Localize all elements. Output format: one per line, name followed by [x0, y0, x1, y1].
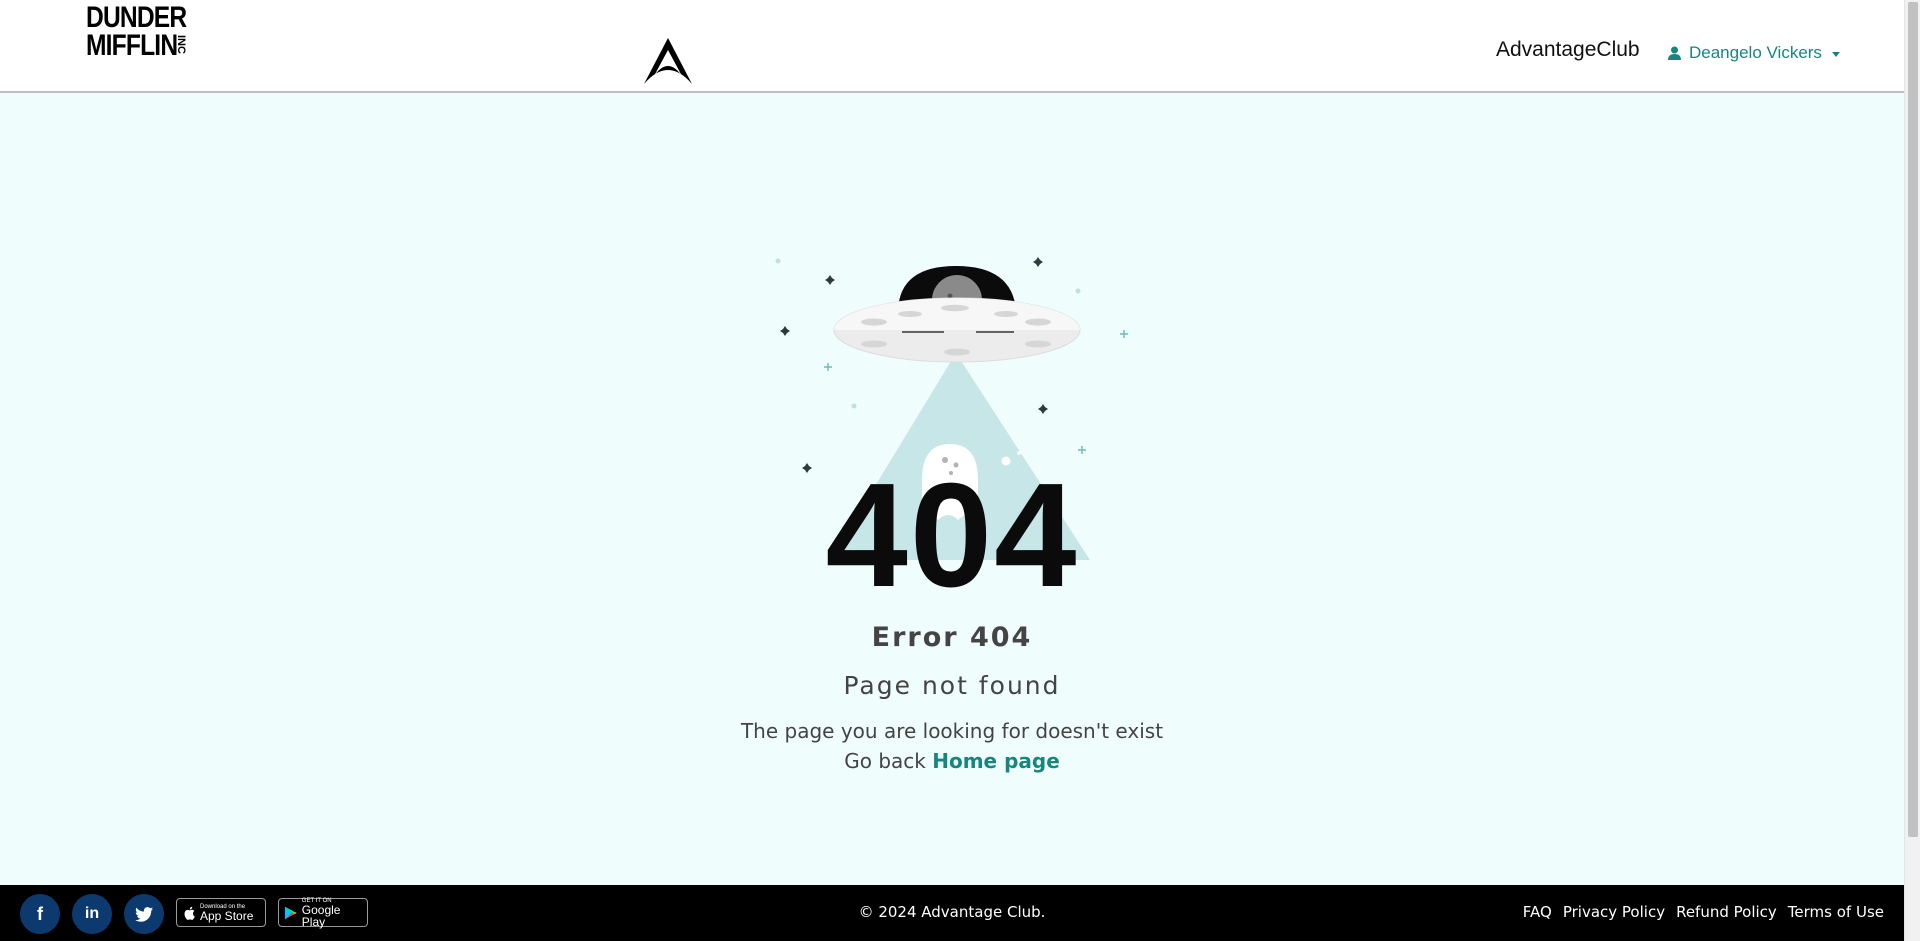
footer-link-refund-policy[interactable]: Refund Policy	[1676, 903, 1777, 921]
twitter-button[interactable]	[124, 894, 164, 934]
error-code-404: 404	[825, 453, 1079, 618]
google-play-badge[interactable]: GET IT ON Google Play	[278, 898, 368, 929]
facebook-button[interactable]: f	[20, 894, 60, 934]
logo-line-2: MIFFLIN	[86, 28, 178, 62]
scrollbar-thumb[interactable]	[1908, 2, 1918, 837]
advantage-club-title[interactable]: AdvantageClub	[1496, 38, 1640, 62]
vertical-scrollbar[interactable]	[1904, 0, 1920, 941]
twitter-icon	[135, 906, 153, 922]
facebook-icon: f	[37, 903, 43, 924]
footer-link-terms-of-use[interactable]: Terms of Use	[1788, 903, 1884, 921]
footer-link-privacy-policy[interactable]: Privacy Policy	[1563, 903, 1665, 921]
dunder-mifflin-logo[interactable]: DUNDER MIFFLIN INC	[86, 1, 202, 64]
user-name: Deangelo Vickers	[1689, 43, 1822, 62]
footer: f in Download on the App Store GET IT ON…	[0, 885, 1904, 941]
user-icon	[1668, 46, 1681, 60]
error-title: Error 404	[871, 622, 1033, 653]
footer-links: FAQ Privacy Policy Refund Policy Terms o…	[1523, 903, 1884, 921]
google-play-big-text: Google Play	[301, 902, 341, 929]
app-store-badge[interactable]: Download on the App Store	[176, 898, 266, 927]
apple-icon	[184, 906, 195, 920]
error-description: The page you are looking for doesn't exi…	[740, 719, 1164, 743]
app-store-big-text: App Store	[200, 908, 254, 923]
error-subtitle: Page not found	[843, 671, 1061, 700]
footer-link-faq[interactable]: FAQ	[1523, 903, 1552, 921]
linkedin-icon: in	[84, 905, 100, 922]
logo-line-1: DUNDER	[86, 1, 187, 34]
home-page-link[interactable]: Home page	[932, 749, 1060, 773]
go-back-prefix: Go back	[844, 749, 926, 773]
linkedin-button[interactable]: in	[72, 894, 112, 934]
top-header: DUNDER MIFFLIN INC AdvantageClub Deangel…	[0, 0, 1904, 93]
go-back-line: Go back Home page	[0, 749, 1904, 773]
google-play-icon	[285, 906, 297, 919]
user-menu-dropdown[interactable]: Deangelo Vickers	[1668, 43, 1840, 63]
logo-suffix: INC	[175, 35, 187, 54]
advantage-a-logo-icon	[644, 38, 692, 84]
caret-down-icon	[1831, 51, 1840, 57]
